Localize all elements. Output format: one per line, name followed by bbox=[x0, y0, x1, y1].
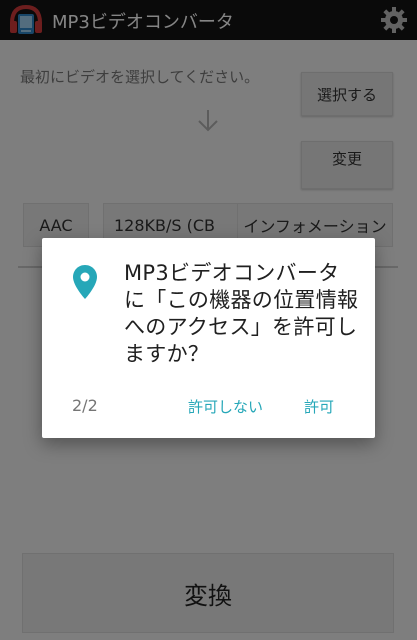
location-pin-icon bbox=[73, 265, 97, 299]
dialog-counter: 2/2 bbox=[72, 396, 98, 415]
deny-button[interactable]: 許可しない bbox=[188, 396, 263, 417]
dialog-message: MP3ビデオコンバータ に「この機器の位置情報へのアクセス」を許可しますか？ bbox=[124, 261, 359, 366]
allow-button[interactable]: 許可 bbox=[304, 396, 334, 417]
permission-dialog: MP3ビデオコンバータ に「この機器の位置情報へのアクセス」を許可しますか？ 2… bbox=[42, 238, 375, 438]
